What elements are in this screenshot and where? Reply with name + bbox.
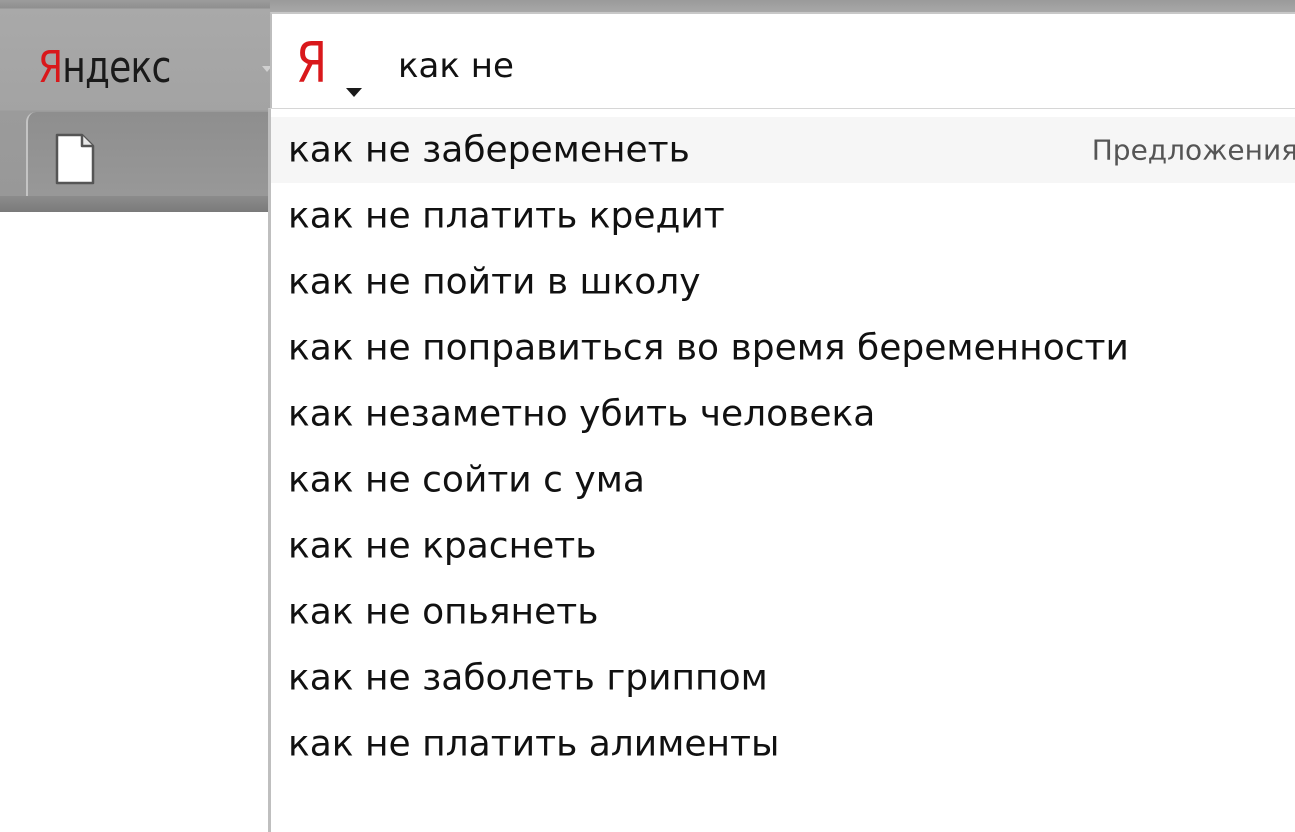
suggestion-text: как незаметно убить человека bbox=[288, 393, 876, 435]
suggestion-text: как не заболеть гриппом bbox=[288, 657, 768, 699]
suggestion-item[interactable]: как не забеременеть Предложения bbox=[271, 117, 1295, 183]
suggestion-text: как не опьянеть bbox=[288, 591, 599, 633]
browser-window: Яндекс Я как не как не забеременеть Пред… bbox=[0, 0, 1295, 832]
yandex-logo: Яндекс bbox=[38, 42, 171, 93]
suggestions-dropdown: как не забеременеть Предложения как не п… bbox=[268, 108, 1295, 832]
suggestion-item[interactable]: как не поправиться во время беременности bbox=[271, 315, 1295, 381]
search-engine-selector[interactable]: Яндекс bbox=[38, 36, 272, 100]
suggestion-text: как не поправиться во время беременности bbox=[288, 327, 1129, 369]
toolbar-bottom-shade bbox=[0, 196, 270, 212]
suggestion-text: как не забеременеть bbox=[288, 129, 690, 171]
suggestion-item[interactable]: как не сойти с ума bbox=[271, 447, 1295, 513]
suggestion-text: как не платить алименты bbox=[288, 723, 780, 765]
toolbar-top-strip bbox=[270, 0, 1295, 12]
suggestion-text: как не сойти с ума bbox=[288, 459, 645, 501]
suggestion-item[interactable]: как незаметно убить человека bbox=[271, 381, 1295, 447]
suggestions-header: Предложения bbox=[1091, 133, 1295, 167]
suggestion-text: как не краснеть bbox=[288, 525, 597, 567]
yandex-ya-icon[interactable]: Я bbox=[296, 36, 327, 92]
suggestion-item[interactable]: как не платить алименты bbox=[271, 711, 1295, 777]
document-page-icon bbox=[54, 132, 96, 186]
suggestion-item[interactable]: как не опьянеть bbox=[271, 579, 1295, 645]
suggestion-text: как не платить кредит bbox=[288, 195, 725, 237]
suggestion-item[interactable]: как не платить кредит bbox=[271, 183, 1295, 249]
search-input[interactable]: Я как не bbox=[270, 12, 1295, 110]
suggestion-item[interactable]: как не краснеть bbox=[271, 513, 1295, 579]
search-query-text[interactable]: как не bbox=[398, 46, 514, 87]
engine-dropdown-caret-icon[interactable] bbox=[346, 88, 362, 97]
suggestion-text: как не пойти в школу bbox=[288, 261, 701, 303]
suggestion-item[interactable]: как не пойти в школу bbox=[271, 249, 1295, 315]
suggestion-item[interactable]: как не заболеть гриппом bbox=[271, 645, 1295, 711]
